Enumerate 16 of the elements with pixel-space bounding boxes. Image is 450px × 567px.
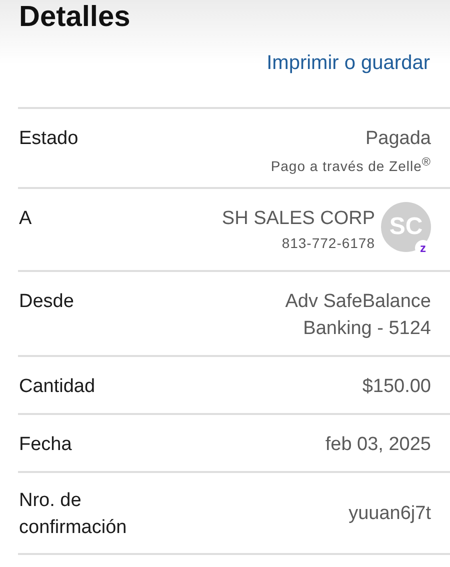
field-value: $150.00 [362,375,431,399]
field-label: Cantidad [19,375,96,399]
print-or-save-link[interactable]: Imprimir o guardar [266,52,430,75]
field-label: A [19,207,33,231]
field-value: Pagada [364,127,431,151]
field-value: SH SALES CORP [222,207,375,231]
field-detail: 813-772-6178 [280,235,375,251]
page-title: Detalles [18,0,132,35]
field-label: Estado [19,127,80,151]
field-value: feb 03, 2025 [325,433,431,457]
field-detail: Pago a través de Zelle$^{®}$ [270,155,431,174]
field-label: Fecha [19,433,73,457]
field-value: yuuan6j7t [348,502,431,526]
field-value: Adv SafeBalance Banking - 5124 [284,290,431,341]
field-label: Nro. de confirmación [19,489,128,540]
field-label: Desde [19,290,75,314]
